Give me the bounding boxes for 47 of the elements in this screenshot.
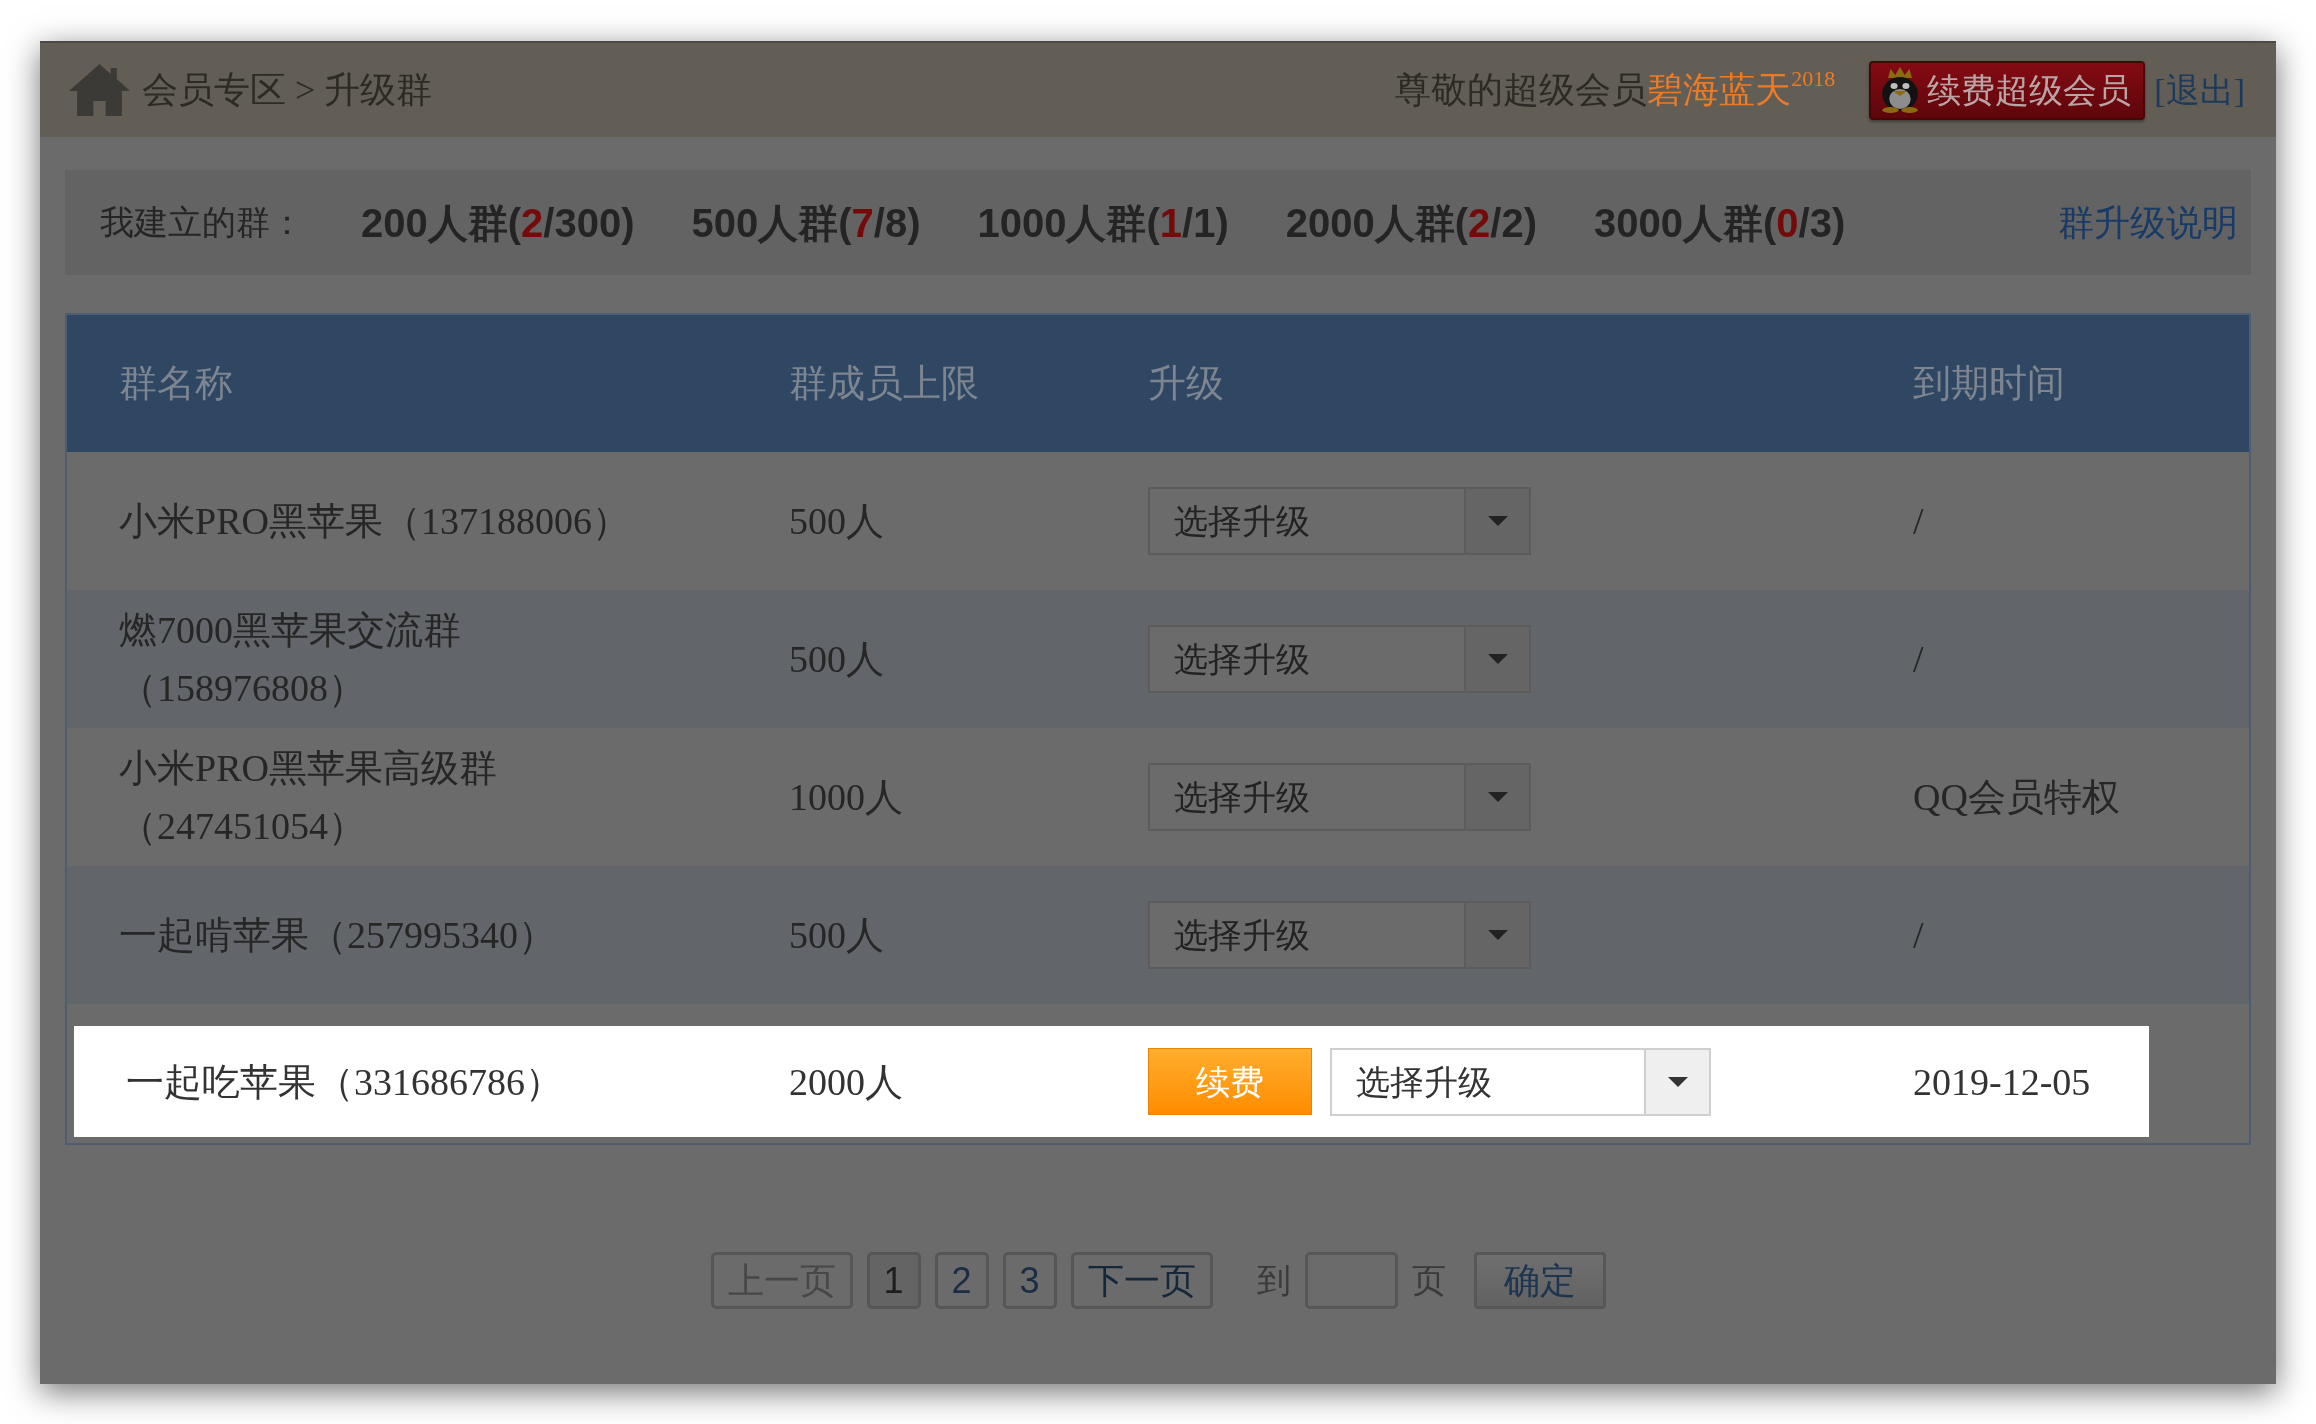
page-button[interactable]: 1 <box>866 1252 921 1309</box>
upgrade-select[interactable]: 选择升级 <box>1330 1047 1711 1116</box>
group-count: 200人群(2/300) <box>361 199 635 247</box>
table-cell: 500人 <box>789 638 884 680</box>
caret-icon <box>1487 792 1508 802</box>
table-cell: 2000人 <box>789 1060 903 1103</box>
summary-label: 我建立的群： <box>100 202 304 243</box>
column-header: 升级 <box>1148 362 1224 404</box>
home-icon[interactable] <box>69 64 130 116</box>
upgrade-select[interactable]: 选择升级 <box>1148 763 1531 831</box>
table-cell-text: 小米PRO黑苹果高级群（247451054） <box>119 746 498 849</box>
group-count: 3000人群(0/3) <box>1594 199 1846 247</box>
table-cell: / <box>1913 500 1924 542</box>
group-count: 500人群(7/8) <box>691 199 921 247</box>
table-cell: QQ会员特权 <box>1913 776 2120 818</box>
next-page-button[interactable]: 下一页 <box>1070 1252 1213 1309</box>
table-cell: 500人 <box>789 914 884 956</box>
caret-icon <box>1487 516 1508 526</box>
table-cell: 2019-12-05 <box>1913 1060 2091 1103</box>
column-header: 群成员上限 <box>789 362 979 404</box>
upgrade-select[interactable]: 选择升级 <box>1148 487 1531 555</box>
column-header: 群名称 <box>119 362 233 404</box>
table-cell: 500人 <box>789 500 884 542</box>
renew-button[interactable]: 续费 <box>1148 1048 1312 1115</box>
upgrade-help-link[interactable]: 群升级说明 <box>2058 195 2238 250</box>
caret-icon <box>1487 654 1508 664</box>
upgrade-select[interactable]: 选择升级 <box>1148 625 1531 693</box>
table-cell-text: 小米PRO黑苹果（137188006） <box>119 499 630 544</box>
renew-vip-button[interactable]: 续费超级会员 <box>1869 60 2146 120</box>
member-name: 碧海蓝天$^{2018}$ <box>1647 64 1836 112</box>
table-cell-text: 一起啃苹果（257995340） <box>119 913 556 958</box>
page-button[interactable]: 2 <box>934 1252 989 1309</box>
upgrade-select[interactable]: 选择升级 <box>1148 901 1531 969</box>
penguin-icon <box>1881 67 1920 113</box>
table-cell-text: 一起吃苹果（331686786） <box>126 1059 563 1105</box>
column-header: 到期时间 <box>1913 362 2065 404</box>
page-button[interactable]: 3 <box>1002 1252 1057 1309</box>
table-cell: / <box>1913 914 1924 956</box>
group-count: 2000人群(2/2) <box>1285 199 1537 247</box>
caret-icon <box>1487 930 1508 940</box>
confirm-button[interactable]: 确定 <box>1473 1252 1606 1309</box>
caret-icon <box>1667 1076 1688 1087</box>
table-cell-text: 燃7000黑苹果交流群（158976808） <box>119 608 462 711</box>
group-count: 1000人群(1/1) <box>977 199 1229 247</box>
logout-link[interactable]: [退出] <box>2154 64 2245 116</box>
table-cell: 1000人 <box>789 776 903 818</box>
table-cell: / <box>1913 638 1924 680</box>
